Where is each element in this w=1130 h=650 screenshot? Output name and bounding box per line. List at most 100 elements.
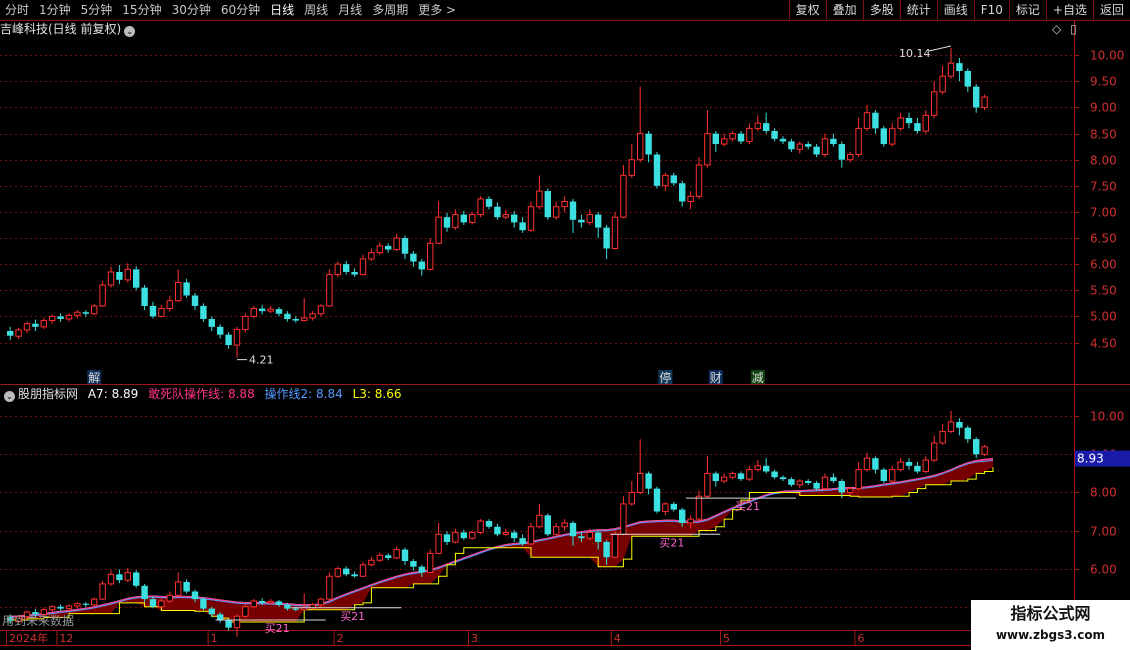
main-candle-93 bbox=[788, 141, 795, 150]
main-candle-87 bbox=[737, 133, 745, 142]
date-axis: 2024年 12 1 2 3 4 5 6 bbox=[6, 630, 864, 645]
main-candle-84 bbox=[712, 133, 719, 145]
ind-candle-68 bbox=[578, 536, 585, 539]
main-candle-55 bbox=[469, 214, 476, 223]
l3-label: L3: bbox=[352, 387, 371, 401]
indicator-header: ⌄ 股朋指标网 A7: 8.89 敢死队操作线: 8.88 操作线2: 8.84 … bbox=[0, 386, 402, 402]
price-tick-main-4: 6.50 bbox=[1090, 232, 1117, 246]
main-candle-98 bbox=[830, 138, 837, 145]
main-candle-0 bbox=[7, 331, 14, 336]
ind-candle-19 bbox=[166, 594, 174, 602]
buy-mark-3: 买21 bbox=[735, 500, 760, 513]
date-label-0: 2024年 bbox=[9, 631, 48, 645]
ind-candle-94 bbox=[796, 480, 803, 486]
main-candle-36 bbox=[309, 313, 316, 319]
main-candle-46 bbox=[393, 237, 400, 251]
main-candle-92 bbox=[779, 138, 787, 142]
ind-candle-64 bbox=[544, 515, 551, 535]
indicator-price-axis: 5.006.007.008.009.0010.008.93 bbox=[1074, 410, 1130, 615]
ind-candle-44 bbox=[376, 554, 384, 561]
main-candle-43 bbox=[368, 252, 375, 260]
main-candle-39 bbox=[334, 263, 342, 276]
ind-candle-90 bbox=[763, 465, 770, 472]
main-candle-86 bbox=[729, 133, 736, 140]
main-candle-23 bbox=[200, 305, 207, 319]
ind-candle-111 bbox=[939, 431, 946, 444]
indicator-line-2 bbox=[10, 460, 994, 618]
ind-candle-53 bbox=[452, 531, 459, 543]
price-tick-main-7: 8.00 bbox=[1090, 154, 1117, 168]
main-candle-38 bbox=[326, 274, 333, 307]
main-candle-37 bbox=[317, 305, 325, 315]
buy-mark-0: 买21 bbox=[265, 622, 290, 635]
high-price-label: 10.14 bbox=[899, 47, 931, 60]
ind-candle-57 bbox=[485, 521, 493, 527]
main-candle-17 bbox=[149, 305, 157, 317]
main-candle-26 bbox=[225, 334, 232, 346]
ind-candle-103 bbox=[872, 458, 879, 470]
ind-candle-65 bbox=[553, 526, 560, 535]
main-candle-90 bbox=[763, 123, 770, 131]
ind-candle-113 bbox=[956, 421, 963, 428]
ind-candle-91 bbox=[771, 471, 778, 478]
main-candle-18 bbox=[158, 308, 165, 317]
chevron-down-icon[interactable]: ⌄ bbox=[124, 26, 136, 37]
price-tick-main-1: 5.00 bbox=[1090, 310, 1117, 324]
ind-candle-62 bbox=[527, 526, 535, 545]
ind-candle-110 bbox=[931, 442, 938, 461]
main-candle-60 bbox=[511, 214, 518, 223]
ind-candle-105 bbox=[889, 469, 896, 482]
indicator-line-1 bbox=[10, 458, 994, 618]
price-tick-ind-5: 10.00 bbox=[1090, 410, 1124, 424]
main-candle-4 bbox=[40, 320, 47, 328]
chevron-down-icon[interactable]: ⌄ bbox=[4, 391, 15, 402]
main-candle-32 bbox=[275, 309, 283, 314]
pane-toggle-icon[interactable]: ▯ bbox=[1070, 22, 1077, 36]
main-candle-40 bbox=[343, 264, 350, 272]
indicator-lines bbox=[10, 458, 994, 623]
main-candle-45 bbox=[385, 245, 392, 250]
buy-mark-2: 买21 bbox=[659, 536, 684, 549]
main-candle-47 bbox=[401, 238, 409, 254]
ind-candle-84 bbox=[712, 473, 719, 482]
ind-candle-28 bbox=[242, 606, 249, 617]
ind-candle-27 bbox=[233, 615, 241, 629]
main-candle-7 bbox=[65, 314, 73, 320]
ind-candle-71 bbox=[603, 541, 610, 558]
ind-candle-89 bbox=[754, 465, 761, 471]
main-candle-112 bbox=[947, 62, 955, 77]
ind-candle-13 bbox=[116, 574, 123, 581]
indicator-name[interactable]: 股朋指标网 bbox=[18, 387, 78, 401]
ind-candle-101 bbox=[855, 469, 862, 490]
ind-candle-15 bbox=[133, 572, 140, 586]
kline-chart-area[interactable]: 4.50 5.00 5.50 6.00 6.50 7.00 7.50 8.00 8.50 9.00… bbox=[0, 0, 1130, 650]
indicator-pane-grid bbox=[0, 416, 1074, 608]
main-candle-64 bbox=[544, 191, 551, 218]
ind-candle-116 bbox=[981, 446, 988, 455]
ind-candle-23 bbox=[200, 599, 207, 609]
ind-candle-6 bbox=[57, 606, 64, 609]
watermark-title: 指标公式网 bbox=[1010, 604, 1091, 623]
ind-candle-9 bbox=[82, 603, 89, 605]
ind-candle-83 bbox=[704, 472, 711, 497]
main-candle-109 bbox=[922, 114, 929, 132]
ind-candle-52 bbox=[443, 534, 451, 542]
ind-candle-67 bbox=[569, 522, 577, 537]
price-tick-main-9: 9.00 bbox=[1090, 101, 1117, 115]
diamond-icon[interactable]: ◇ bbox=[1052, 22, 1061, 36]
a7-value: 8.89 bbox=[111, 387, 139, 401]
signal-badge-0: 解 bbox=[88, 371, 100, 385]
main-candle-11 bbox=[99, 284, 106, 307]
ind-candle-47 bbox=[401, 549, 409, 562]
ind-candle-34 bbox=[292, 608, 299, 610]
main-candle-62 bbox=[527, 206, 535, 231]
indicator-candles bbox=[7, 410, 988, 637]
watermark-url: www.zbgs3.com bbox=[995, 628, 1106, 642]
ind-candle-73 bbox=[620, 503, 627, 535]
ind-candle-41 bbox=[351, 574, 358, 577]
ind-candle-104 bbox=[880, 469, 887, 482]
main-candle-42 bbox=[359, 258, 367, 276]
stock-title: 吉峰科技(日线 前复权) bbox=[0, 22, 122, 36]
ind-candle-14 bbox=[124, 571, 131, 581]
main-candle-101 bbox=[855, 127, 862, 155]
